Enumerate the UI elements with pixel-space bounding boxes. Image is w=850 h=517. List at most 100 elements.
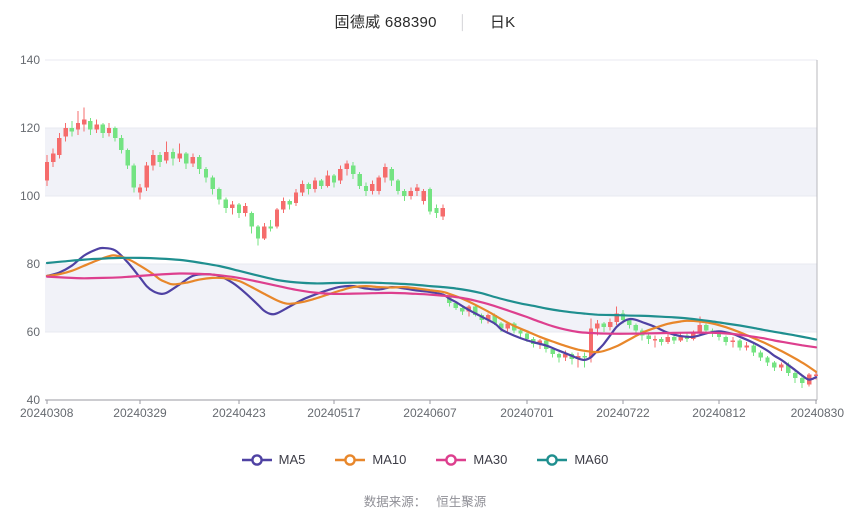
candle-body: [281, 201, 286, 210]
candle-body: [758, 352, 763, 358]
candle-body: [434, 207, 439, 213]
candle-body: [63, 128, 68, 137]
candle-body: [665, 337, 670, 343]
candle-body: [627, 320, 632, 326]
candle-body: [69, 128, 74, 132]
candle-body: [793, 372, 798, 378]
candle-body: [249, 213, 254, 227]
candle-body: [716, 333, 722, 338]
candle-body: [351, 165, 356, 174]
y-axis-label: 60: [27, 325, 41, 339]
candle-body: [255, 226, 261, 239]
ma30-legend-marker-icon: [436, 453, 467, 466]
legend-label: MA10: [372, 452, 407, 467]
candle-body: [737, 340, 742, 348]
candle-body: [582, 355, 587, 358]
candle-body: [723, 337, 729, 343]
x-axis-label: 20240607: [403, 406, 457, 420]
candle-body: [415, 187, 420, 191]
legend-item-ma30[interactable]: MA30: [436, 452, 507, 467]
candle-body: [137, 187, 143, 193]
y-axis-labels: 140 120 100 80 60 40: [20, 53, 40, 407]
candle-body: [144, 165, 149, 188]
kline-chart[interactable]: 14012010080604020240308 20240329 20240423 2…: [0, 0, 850, 440]
y-axis-label: 80: [27, 257, 41, 271]
candle-body: [151, 155, 156, 166]
candle-body: [236, 204, 242, 213]
candle-body: [223, 199, 228, 208]
x-axis-label: 20240830: [791, 406, 845, 420]
candle-body: [633, 325, 638, 331]
y-axis-label: 100: [20, 189, 40, 203]
candle-body: [357, 173, 362, 186]
candle-body: [765, 357, 770, 363]
candle-body: [100, 124, 105, 134]
candle-body: [119, 138, 124, 151]
candle-body: [217, 189, 222, 200]
x-axis: 20240308 20240329 20240423 20240517 20240607…: [20, 60, 844, 420]
candle-body: [106, 128, 112, 134]
candle-body: [82, 119, 87, 125]
candle-body: [113, 128, 118, 139]
candle-body: [325, 175, 330, 186]
legend-item-ma5[interactable]: MA5: [241, 452, 306, 467]
legend-label: MA60: [574, 452, 609, 467]
candle-body: [57, 138, 62, 156]
candle-body: [421, 190, 426, 202]
candle-body: [376, 177, 381, 191]
candle-body: [131, 165, 136, 188]
candle-body: [460, 308, 465, 312]
candle-body: [44, 162, 50, 181]
candle-body: [779, 364, 784, 368]
legend-label: MA30: [473, 452, 508, 467]
candle-body: [125, 150, 130, 166]
candle-body: [744, 345, 749, 348]
x-axis-label: 20240701: [500, 406, 554, 420]
candle-body: [287, 201, 292, 205]
candle-body: [197, 156, 202, 169]
candle-body: [184, 153, 189, 164]
candle-body: [556, 354, 562, 358]
data-source-label: 数据来源：: [363, 495, 427, 509]
candle-body: [518, 330, 523, 334]
y-axis-label: 140: [20, 53, 40, 67]
candle-body: [268, 226, 273, 229]
candle-body: [170, 151, 176, 159]
y-axis-label: 120: [20, 121, 40, 135]
candle-body: [243, 206, 248, 213]
candle-body: [370, 184, 375, 191]
candle-body: [190, 156, 195, 164]
ma-legend: MA5 MA10 MA30 MA60: [0, 452, 850, 467]
candle-body: [608, 321, 613, 327]
data-source-value: 恒生聚源: [436, 495, 487, 509]
candle-body: [51, 153, 56, 162]
candle-body: [210, 177, 215, 190]
candle-body: [389, 168, 394, 181]
candle-body: [300, 184, 305, 193]
y-axis-label: 40: [27, 393, 41, 407]
candle-body: [164, 151, 169, 161]
candle-body: [383, 167, 388, 178]
kline-chart-page: 固德威 688390 │ 日K 140 120 100 80 60 40 20240308 2…: [0, 0, 850, 517]
candle-body: [595, 323, 600, 329]
candle-body: [751, 345, 756, 353]
x-axis-label: 20240517: [307, 406, 361, 420]
legend-label: MA5: [278, 452, 306, 467]
candle-body: [157, 155, 162, 162]
legend-item-ma10[interactable]: MA10: [335, 452, 406, 467]
legend-item-ma60[interactable]: MA60: [537, 452, 608, 467]
candle-body: [338, 168, 343, 181]
candle-body: [395, 180, 401, 191]
ma10-legend-marker-icon: [335, 453, 366, 466]
candle-body: [331, 175, 337, 183]
candle-body: [672, 337, 677, 341]
ma5-legend-marker-icon: [241, 453, 272, 466]
x-axis-label: 20240329: [113, 406, 167, 420]
candle-body: [75, 122, 81, 130]
candle-body: [230, 204, 235, 208]
candle-body: [274, 209, 280, 227]
candle-body: [203, 168, 209, 178]
candle-body: [799, 377, 805, 383]
candle-body: [427, 189, 433, 212]
data-source: 数据来源： 恒生聚源: [0, 491, 850, 510]
